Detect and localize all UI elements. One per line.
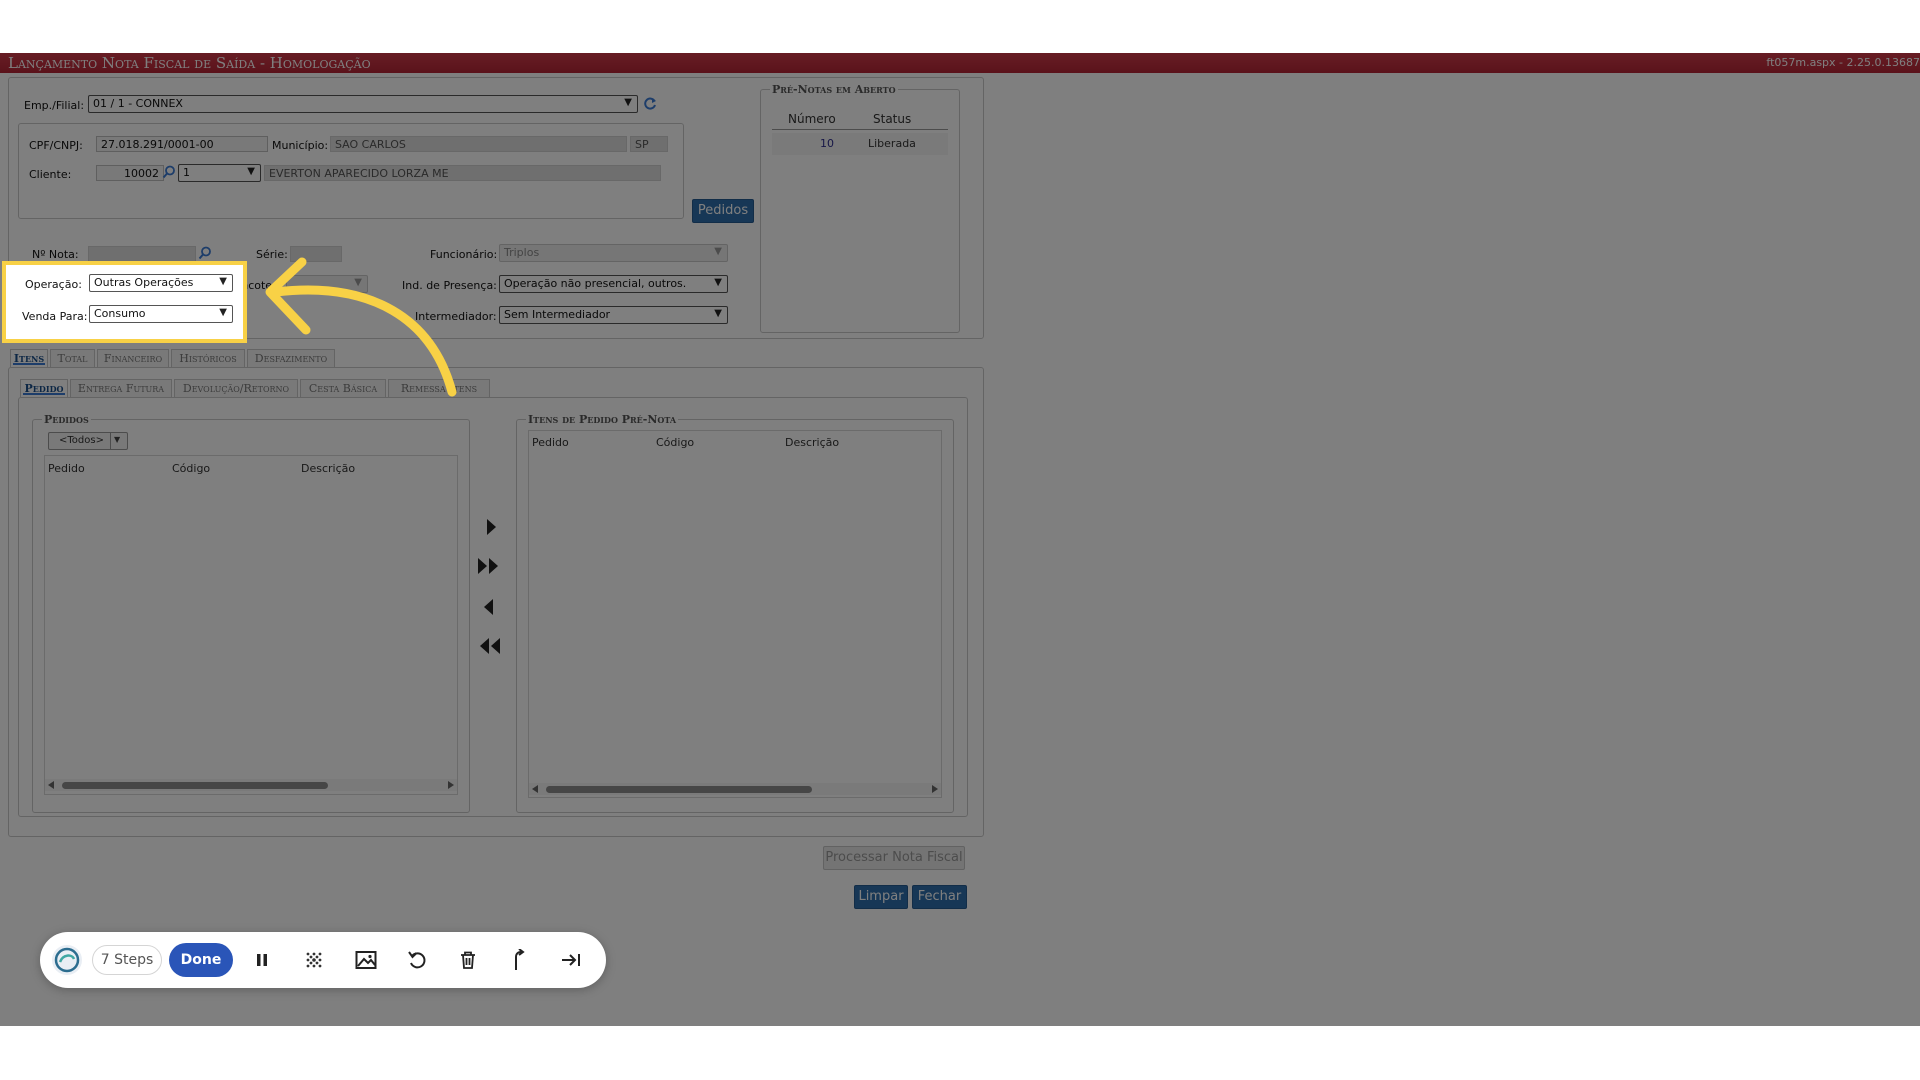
pause-icon[interactable]	[246, 944, 278, 976]
steps-counter[interactable]: 7 Steps	[92, 945, 162, 975]
annotation-arrow-icon	[265, 257, 457, 397]
share-arrow-icon[interactable]	[503, 944, 535, 976]
skip-to-end-icon[interactable]	[555, 944, 587, 976]
blur-icon[interactable]	[298, 944, 330, 976]
undo-icon[interactable]	[401, 944, 433, 976]
image-icon[interactable]	[350, 944, 382, 976]
done-button[interactable]: Done	[169, 943, 233, 977]
trash-icon[interactable]	[452, 944, 484, 976]
app-logo-icon[interactable]	[52, 945, 82, 975]
recorder-toolbar: 7 Steps Done	[40, 932, 606, 988]
